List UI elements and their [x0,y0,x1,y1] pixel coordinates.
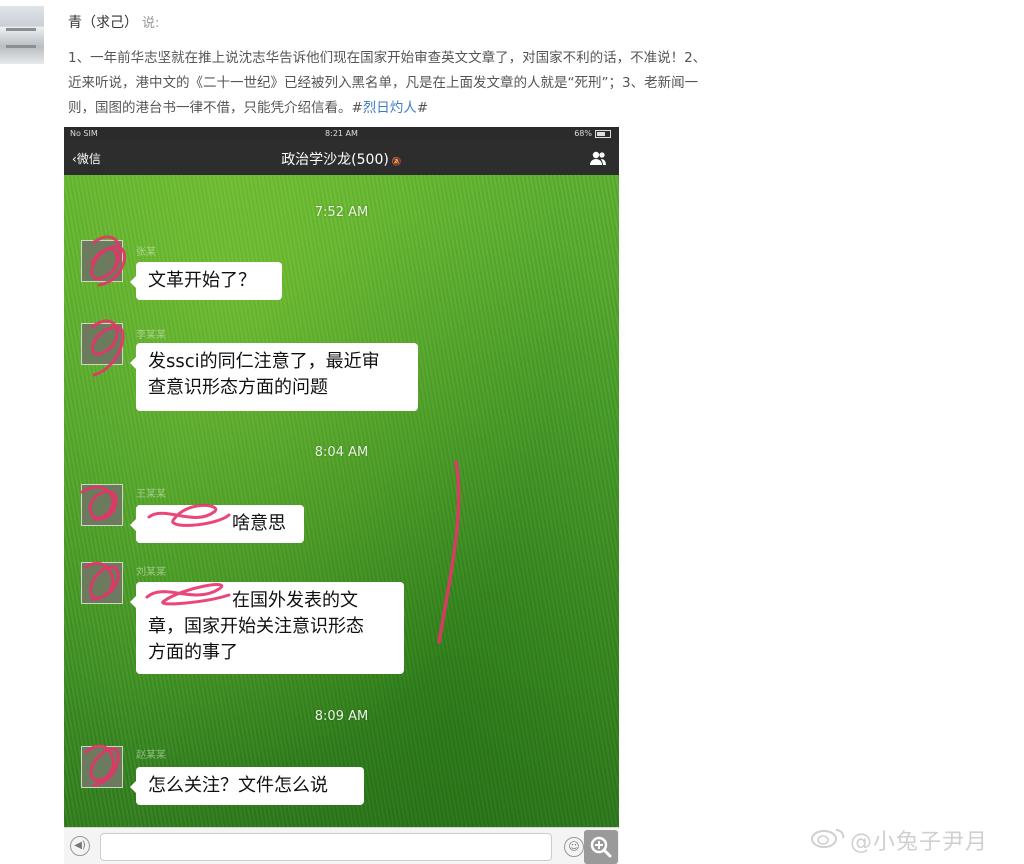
post-text: 1、一年前华志坚就在推上说沈志华告诉他们现在国家开始审查英文文章了，对国家不利的… [68,46,708,121]
sender-name: 刘某某 [136,567,166,578]
zoom-in-button[interactable] [584,830,618,864]
weibo-logo-icon [811,829,845,848]
group-members-icon[interactable] [589,150,607,166]
chat-timestamp: 8:04 AM [314,445,369,460]
message-line: 章，国家开始关注意识形态 [148,616,364,637]
voice-icon[interactable]: ◀) [70,836,90,856]
status-time: 8:21 AM [325,129,358,138]
chat-title: 政治学沙龙(500) 🔕 [64,149,619,169]
sender-name: 王某某 [136,489,166,500]
battery-indicator: 68% [574,127,611,141]
message-bubble[interactable]: 啥意思 [130,505,304,543]
battery-percent: 68% [574,129,592,138]
emoji-icon[interactable]: ☺ [564,837,584,857]
battery-icon [595,129,611,138]
author-avatar[interactable] [0,6,44,64]
said-label: 说: [142,16,160,31]
chat-timestamp: 7:52 AM [314,205,369,220]
post-text-end: # [416,100,429,116]
hashtag-link[interactable]: 烈日灼人 [363,100,417,116]
chat-input-bar: ◀) ☺ [64,827,619,864]
message-input[interactable] [100,833,552,861]
member-avatar[interactable] [81,484,123,526]
mute-icon: 🔕 [391,157,402,166]
magnifier-plus-icon [590,836,612,858]
message-bubble[interactable]: 发ssci的同仁注意了，最近审 查意识形态方面的问题 [130,343,418,411]
chat-nav-bar: ‹微信 政治学沙龙(500) 🔕 [64,141,619,175]
chat-timestamp: 8:09 AM [314,709,369,724]
message-line: 在国外发表的文 [232,590,358,611]
message-line: 查意识形态方面的问题 [148,377,328,398]
member-avatar[interactable] [81,562,123,604]
post-author[interactable]: 青（求己） 说: [68,12,159,32]
phone-status-bar: No SIM 8:21 AM 68% [64,127,619,141]
member-avatar[interactable] [81,323,123,365]
member-avatar[interactable] [81,746,123,788]
member-avatar[interactable] [81,240,123,282]
chat-title-text: 政治学沙龙(500) [281,152,389,168]
message-line: 方面的事了 [148,642,238,663]
chat-screenshot-image[interactable]: No SIM 8:21 AM 68% ‹微信 政治学沙龙(500) 🔕 7:52 … [64,127,619,864]
watermark-text: @小兔子尹月 [850,830,989,855]
sender-name: 李某某 [136,330,166,341]
message-line: 发ssci的同仁注意了，最近审 [148,351,380,372]
message-bubble[interactable]: 在国外发表的文 章，国家开始关注意识形态 方面的事了 [130,582,404,674]
author-name[interactable]: 青（求己） [68,15,138,31]
message-bubble[interactable]: 文革开始了？ [130,262,282,300]
message-bubble[interactable]: 怎么关注？文件怎么说 [130,767,364,805]
sender-name: 张某 [136,247,156,258]
sender-name: 赵某某 [136,750,166,761]
